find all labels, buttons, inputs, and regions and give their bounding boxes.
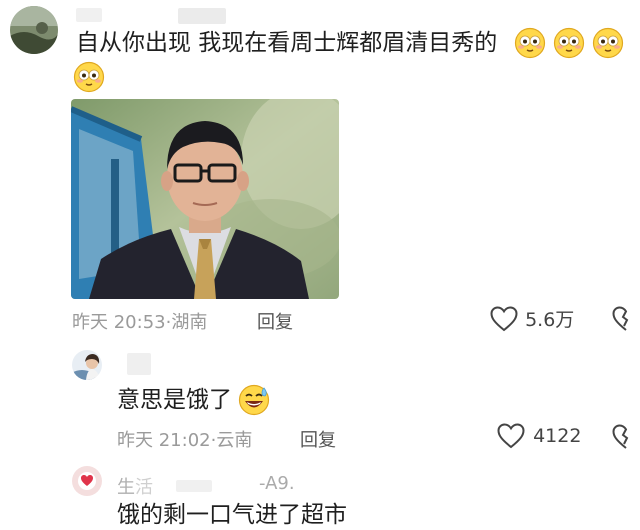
heart-icon xyxy=(490,305,518,331)
dislike-button[interactable] xyxy=(612,306,640,332)
flushed-emoji-icon xyxy=(553,27,585,59)
flushed-emoji-icon xyxy=(514,27,546,59)
comment-meta: 昨天 20:53·湖南 xyxy=(72,308,207,334)
comment-text-partial: 饿的剩一口气进了超市 xyxy=(117,502,347,528)
like-count: 4122 xyxy=(533,425,582,447)
flushed-emoji-icon xyxy=(73,61,105,93)
username-redacted-2 xyxy=(178,8,226,24)
avatar[interactable] xyxy=(10,6,58,54)
comment-text-content: 自从你出现 我现在看周士辉都眉清目秀的 xyxy=(76,30,498,56)
dislike-icon xyxy=(612,306,629,331)
flushed-emoji-icon xyxy=(593,27,624,59)
comment-text: 自从你出现 我现在看周士辉都眉清目秀的 xyxy=(76,28,497,58)
comment-time: 昨天 21:02 xyxy=(117,430,211,451)
comment-time: 昨天 20:53 xyxy=(72,312,166,333)
reply-button[interactable]: 回复 xyxy=(300,426,336,452)
comment-location: 湖南 xyxy=(171,312,208,333)
comment-location: 云南 xyxy=(216,430,253,451)
dislike-button[interactable] xyxy=(612,424,640,450)
heart-icon xyxy=(497,423,525,449)
reply-button[interactable]: 回复 xyxy=(257,308,293,334)
username-start: 生 xyxy=(117,477,135,498)
laugh-sweat-emoji-icon xyxy=(238,384,270,416)
like-button[interactable]: 5.6万 xyxy=(490,305,574,333)
username-redacted xyxy=(127,353,151,375)
comment-text-content: 意思是饿了 xyxy=(117,387,232,413)
avatar[interactable] xyxy=(72,466,102,496)
username: 生活 xyxy=(117,473,153,499)
comment-text: 意思是饿了 xyxy=(117,384,270,416)
username-redacted xyxy=(76,8,102,22)
avatar[interactable] xyxy=(72,350,102,380)
username-suffix: -A9. xyxy=(259,473,295,494)
like-button[interactable]: 4122 xyxy=(497,423,581,451)
dislike-icon xyxy=(612,424,629,449)
like-count: 5.6万 xyxy=(525,309,575,331)
username-redacted xyxy=(176,480,212,492)
username-mid: 活 xyxy=(135,477,153,498)
emoji-row xyxy=(514,27,624,59)
comment-image[interactable] xyxy=(71,99,339,299)
comment-meta: 昨天 21:02·云南 xyxy=(117,426,252,452)
